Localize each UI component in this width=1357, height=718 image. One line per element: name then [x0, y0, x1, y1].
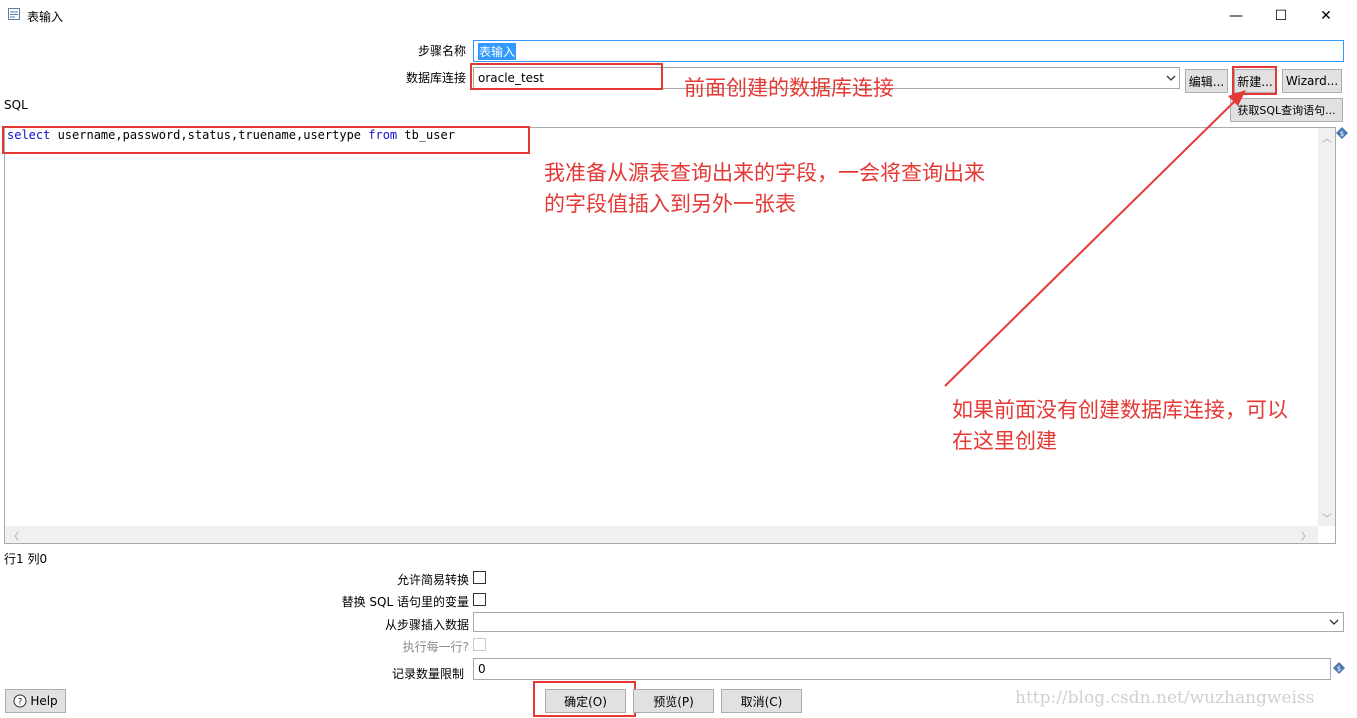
cancel-button[interactable]: 取消(C)	[721, 689, 802, 713]
chevron-down-icon	[1329, 619, 1339, 625]
horizontal-scrollbar[interactable]: 〈 〉	[5, 526, 1318, 543]
variable-diamond-icon: $	[1333, 662, 1345, 674]
svg-text:?: ?	[18, 698, 23, 708]
db-connection-annotation: 前面创建的数据库连接	[684, 76, 894, 100]
execute-each-row-label: 执行每一行?	[402, 640, 469, 654]
db-connection-label: 数据库连接	[405, 71, 466, 85]
execute-each-row-checkbox[interactable]	[473, 638, 486, 651]
maximize-icon: ☐	[1274, 7, 1288, 24]
record-limit-input[interactable]: 0	[473, 658, 1331, 680]
replace-variables-checkbox[interactable]	[473, 593, 486, 606]
vertical-scrollbar[interactable]: ︿ ﹀	[1318, 128, 1335, 526]
lazy-conversion-label: 允许简易转换	[396, 573, 469, 587]
sql-highlight	[2, 126, 530, 154]
lazy-conversion-checkbox[interactable]	[473, 571, 486, 584]
record-limit-label: 记录数量限制	[391, 667, 464, 681]
close-icon: ✕	[1320, 7, 1332, 24]
help-label: Help	[30, 694, 58, 708]
ok-highlight	[533, 681, 636, 717]
sql-annotation-line1: 我准备从源表查询出来的字段，一会将查询出来	[544, 161, 985, 185]
table-input-icon	[8, 8, 20, 20]
chevron-down-icon	[1166, 75, 1176, 81]
scroll-left-icon: 〈	[9, 532, 19, 543]
preview-button[interactable]: 预览(P)	[633, 689, 714, 713]
sql-annotation-line2: 的字段值插入到另外一张表	[544, 192, 796, 216]
step-name-input[interactable]: 表输入	[473, 40, 1344, 62]
watermark: http://blog.csdn.net/wuzhangweiss	[1015, 688, 1315, 708]
minimize-icon: —	[1229, 7, 1243, 24]
new-button-highlight	[1232, 66, 1277, 95]
sql-label: SQL	[4, 98, 28, 112]
maximize-button[interactable]: ☐	[1258, 0, 1304, 31]
record-limit-value: 0	[478, 662, 486, 676]
step-name-value: 表输入	[478, 42, 517, 60]
help-icon: ?	[13, 694, 27, 708]
edit-connection-button[interactable]: 编辑...	[1185, 69, 1228, 93]
variable-diamond-icon: $	[1336, 127, 1348, 139]
title-bar: 表输入 — ☐ ✕	[0, 0, 1357, 31]
new-connection-annotation-line1: 如果前面没有创建数据库连接，可以	[952, 398, 1288, 422]
window-title: 表输入	[27, 10, 64, 24]
insert-from-step-label: 从步骤插入数据	[384, 618, 469, 632]
scroll-right-icon: 〉	[1301, 532, 1311, 543]
svg-text:$: $	[1337, 665, 1341, 673]
help-button[interactable]: ? Help	[5, 689, 66, 713]
svg-text:$: $	[1340, 130, 1344, 138]
new-connection-annotation-line2: 在这里创建	[952, 429, 1057, 453]
replace-variables-label: 替换 SQL 语句里的变量	[341, 595, 469, 609]
minimize-button[interactable]: —	[1213, 0, 1259, 31]
scroll-down-icon: ﹀	[1322, 514, 1332, 525]
scroll-up-icon: ︿	[1322, 134, 1332, 145]
wizard-button[interactable]: Wizard...	[1282, 69, 1342, 93]
close-button[interactable]: ✕	[1303, 0, 1349, 31]
cursor-position: 行1 列0	[4, 552, 48, 566]
get-sql-button[interactable]: 获取SQL查询语句...	[1230, 98, 1343, 122]
step-name-label: 步骤名称	[417, 44, 466, 58]
insert-from-step-select[interactable]	[473, 612, 1344, 632]
db-connection-highlight	[470, 63, 663, 90]
